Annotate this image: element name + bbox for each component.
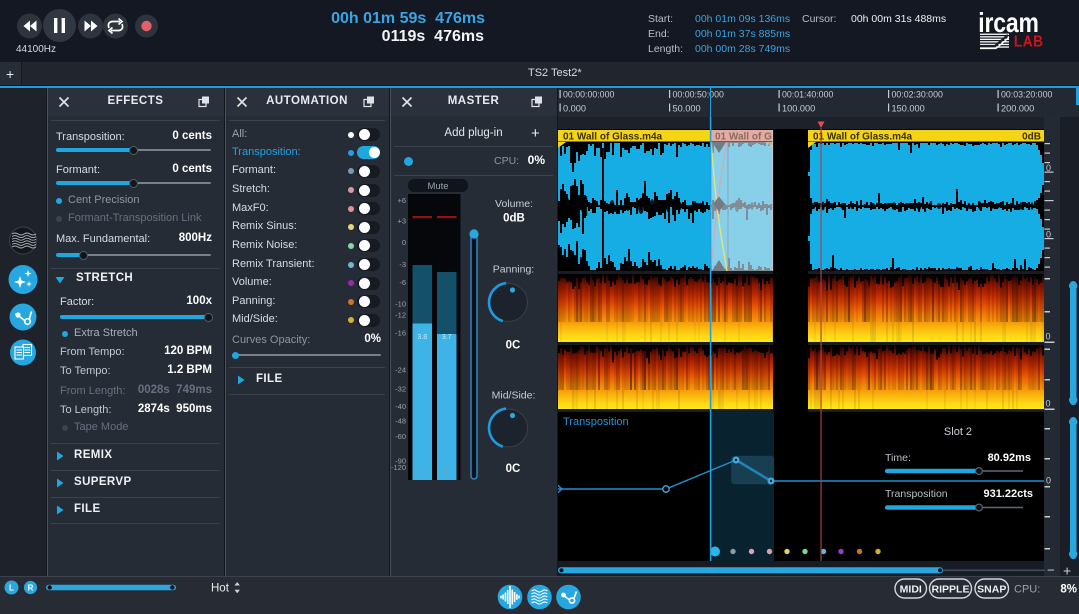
svg-text:Transposition: Transposition [885, 488, 948, 500]
svg-text:SNAP: SNAP [977, 584, 1006, 596]
svg-text:−: − [1047, 563, 1055, 577]
svg-text:200.000: 200.000 [1001, 104, 1034, 114]
svg-text:+3: +3 [397, 217, 406, 226]
svg-text:CPU:: CPU: [1014, 584, 1040, 596]
svg-text:L: L [9, 584, 14, 593]
svg-text:Time:: Time: [885, 452, 911, 464]
svg-text:0C: 0C [506, 463, 521, 475]
svg-text:Mid/Side:: Mid/Side: [492, 390, 536, 402]
svg-text:+6: +6 [397, 196, 406, 205]
svg-text:RIPPLE: RIPPLE [932, 584, 970, 596]
svg-text:0: 0 [1046, 230, 1051, 240]
svg-text:-16: -16 [395, 328, 406, 337]
svg-text:Hot: Hot [211, 583, 230, 595]
svg-text:01 Wall of Gla: 01 Wall of Gla [715, 131, 781, 142]
svg-text:0: 0 [1046, 399, 1051, 409]
svg-text:0: 0 [1046, 163, 1051, 173]
svg-text:-6: -6 [399, 278, 406, 287]
svg-text:8%: 8% [1060, 584, 1077, 596]
svg-text:-48: -48 [395, 417, 406, 426]
svg-text:0: 0 [1046, 332, 1051, 342]
svg-text:00:03:20:000: 00:03:20:000 [1001, 90, 1052, 100]
svg-text:01 Wall of Glass.m4a: 01 Wall of Glass.m4a [563, 131, 663, 142]
svg-text:R: R [444, 470, 449, 477]
svg-text:L: L [420, 470, 424, 477]
svg-text:0C: 0C [506, 340, 521, 352]
svg-text:-24: -24 [395, 365, 406, 374]
svg-text:Transposition: Transposition [563, 416, 629, 428]
svg-text:-32: -32 [395, 384, 406, 393]
svg-text:MIDI: MIDI [900, 584, 922, 596]
svg-text:00:02:30:000: 00:02:30:000 [892, 90, 943, 100]
svg-text:931.22cts: 931.22cts [983, 488, 1033, 500]
svg-text:-12: -12 [395, 310, 406, 319]
svg-text:Slot 2: Slot 2 [944, 426, 972, 438]
svg-text:0dB: 0dB [1022, 131, 1041, 142]
svg-text:80.92ms: 80.92ms [988, 452, 1031, 464]
svg-text:-40: -40 [395, 402, 406, 411]
svg-text:0: 0 [1046, 476, 1051, 486]
svg-text:-60: -60 [395, 432, 406, 441]
svg-text:Panning:: Panning: [493, 264, 534, 276]
svg-text:0dB: 0dB [503, 213, 525, 225]
svg-text:01 Wall of Glass.m4a: 01 Wall of Glass.m4a [813, 131, 913, 142]
svg-text:+: + [1063, 563, 1071, 577]
svg-text:0.000: 0.000 [563, 104, 586, 114]
svg-text:00:01:40:000: 00:01:40:000 [782, 90, 833, 100]
svg-text:-120: -120 [391, 463, 406, 472]
svg-text:3.7: 3.7 [442, 334, 452, 341]
svg-text:Volume:: Volume: [495, 198, 533, 210]
svg-text:LAB: LAB [1014, 34, 1043, 50]
svg-text:00:00:00:000: 00:00:00:000 [563, 90, 614, 100]
svg-text:100.000: 100.000 [782, 104, 815, 114]
svg-text:-3: -3 [399, 260, 406, 269]
svg-text:0: 0 [402, 238, 406, 247]
svg-text:150.000: 150.000 [892, 104, 925, 114]
svg-text:3.8: 3.8 [417, 334, 427, 341]
svg-text:50.000: 50.000 [673, 104, 701, 114]
svg-text:R: R [28, 584, 34, 593]
svg-text:-10: -10 [395, 300, 406, 309]
svg-text:00:00:50:000: 00:00:50:000 [673, 90, 724, 100]
